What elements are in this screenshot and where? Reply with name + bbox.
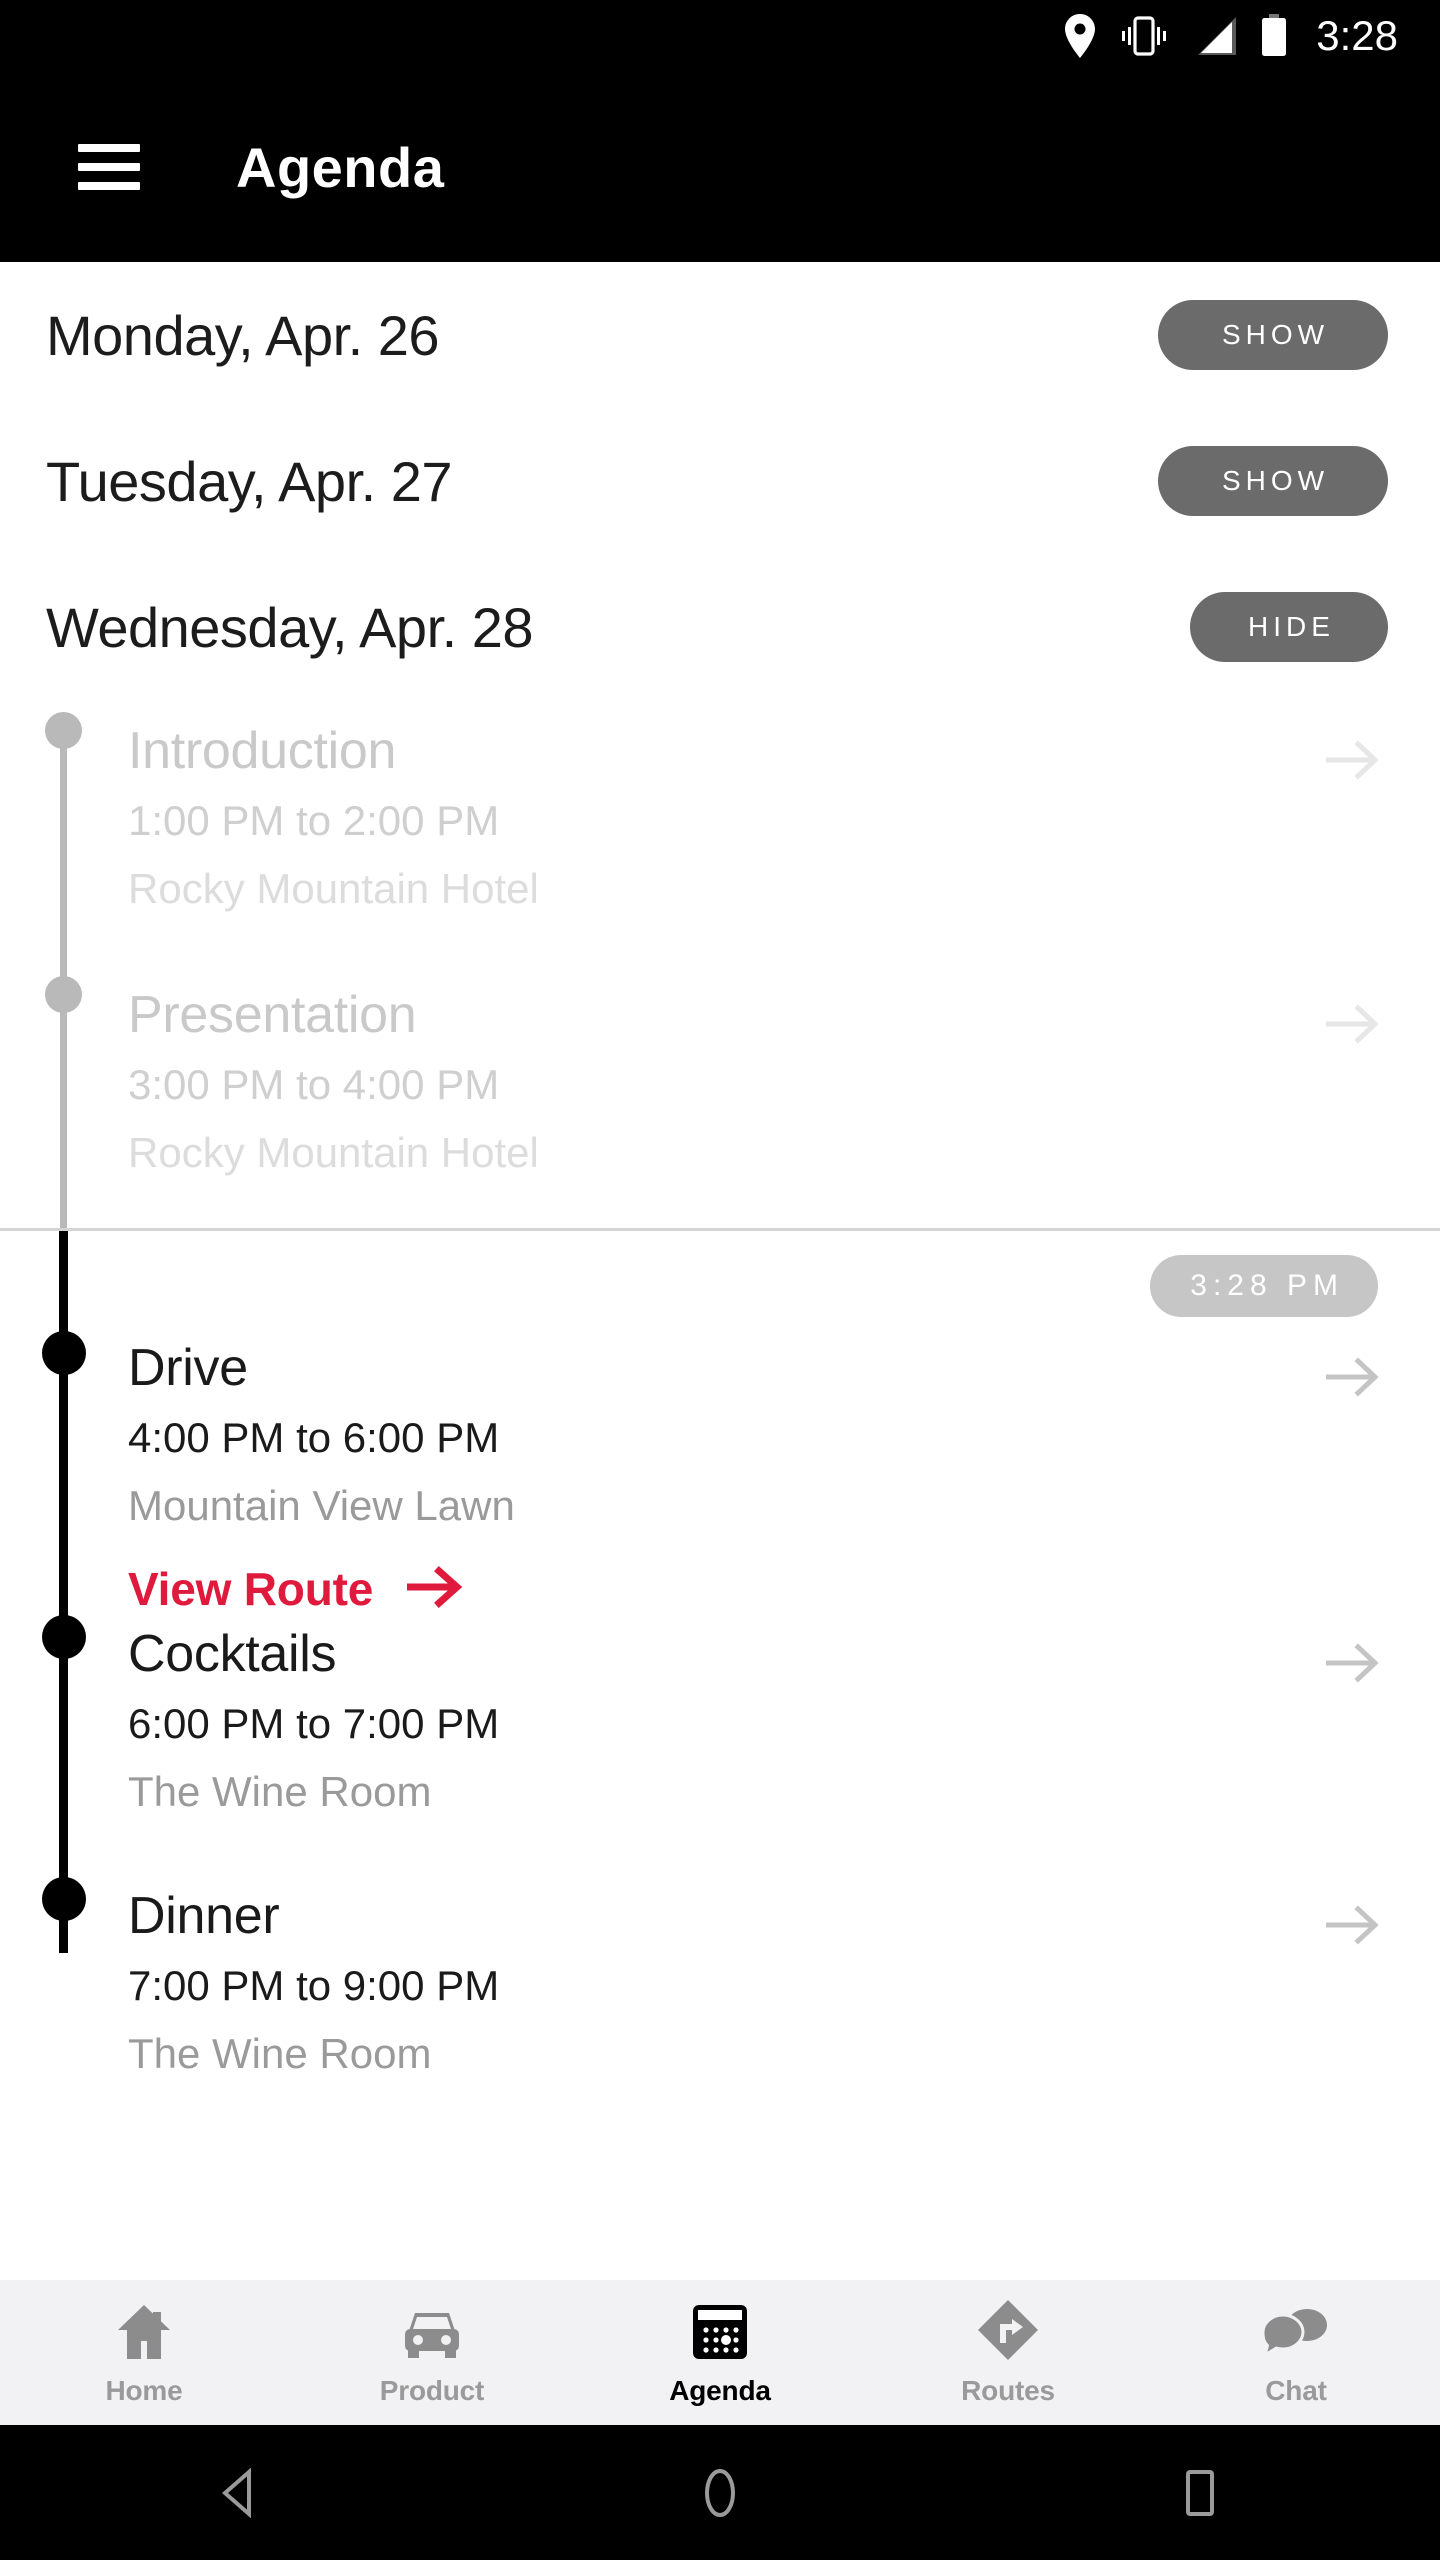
phone-screen: 3:28 Agenda Monday, Apr. 26 SHOW Tuesday…: [0, 0, 1440, 2560]
timeline-dot: [45, 976, 82, 1013]
event-time: 3:00 PM to 4:00 PM: [128, 1061, 500, 1109]
nav-item-agenda[interactable]: Agenda: [576, 2280, 864, 2425]
day-header-monday[interactable]: Monday, Apr. 26 SHOW: [0, 262, 1440, 408]
vibrate-icon: [1118, 14, 1170, 58]
event-row-cocktails[interactable]: Cocktails 6:00 PM to 7:00 PM The Wine Ro…: [0, 1603, 1440, 1865]
android-recents-button[interactable]: [1100, 2468, 1300, 2518]
timeline-dot: [42, 1331, 86, 1375]
day-header-tuesday[interactable]: Tuesday, Apr. 27 SHOW: [0, 408, 1440, 554]
nav-item-home[interactable]: Home: [0, 2280, 288, 2425]
signal-icon: [1192, 15, 1238, 57]
status-bar-clock: 3:28: [1316, 12, 1398, 59]
event-title: Introduction: [128, 722, 397, 780]
battery-icon: [1260, 14, 1288, 58]
event-title: Drive: [128, 1339, 248, 1397]
day-toggle-button-tuesday[interactable]: SHOW: [1158, 446, 1388, 516]
event-row-presentation[interactable]: Presentation 3:00 PM to 4:00 PM Rocky Mo…: [0, 964, 1440, 1228]
day-label: Wednesday, Apr. 28: [46, 595, 534, 659]
android-home-button[interactable]: [620, 2467, 820, 2519]
hamburger-menu-icon[interactable]: [78, 144, 140, 190]
house-icon: [114, 2299, 174, 2361]
nav-label-home: Home: [105, 2374, 183, 2406]
timeline-dot: [42, 1877, 86, 1921]
event-detail-arrow-icon[interactable]: [1325, 1639, 1382, 1692]
event-row-introduction[interactable]: Introduction 1:00 PM to 2:00 PM Rocky Mo…: [0, 700, 1440, 964]
event-title: Presentation: [128, 986, 417, 1044]
event-row-drive[interactable]: Drive 4:00 PM to 6:00 PM Mountain View L…: [0, 1231, 1440, 1615]
location-pin-icon: [1064, 14, 1096, 58]
day-label: Tuesday, Apr. 27: [46, 449, 453, 513]
event-detail-arrow-icon[interactable]: [1325, 1000, 1382, 1053]
chat-bubbles-icon: [1261, 2299, 1331, 2361]
nav-item-routes[interactable]: Routes: [864, 2280, 1152, 2425]
route-diamond-icon: [977, 2299, 1039, 2361]
bottom-navigation-bar: Home Product Agenda Routes Chat: [0, 2280, 1440, 2425]
day-header-wednesday[interactable]: Wednesday, Apr. 28 HIDE: [0, 554, 1440, 700]
calendar-icon: [691, 2299, 749, 2361]
past-events-group: Introduction 1:00 PM to 2:00 PM Rocky Mo…: [0, 700, 1440, 1228]
event-detail-arrow-icon[interactable]: [1325, 1901, 1382, 1954]
event-detail-arrow-icon[interactable]: [1325, 1353, 1382, 1406]
app-bar: Agenda: [0, 72, 1440, 262]
event-location: The Wine Room: [128, 1767, 432, 1815]
event-time: 1:00 PM to 2:00 PM: [128, 797, 500, 845]
event-detail-arrow-icon[interactable]: [1325, 736, 1382, 789]
event-location: The Wine Room: [128, 2029, 432, 2077]
nav-item-product[interactable]: Product: [288, 2280, 576, 2425]
event-title: Cocktails: [128, 1625, 337, 1683]
android-back-button[interactable]: [140, 2467, 340, 2518]
agenda-content: Monday, Apr. 26 SHOW Tuesday, Apr. 27 SH…: [0, 262, 1440, 2280]
nav-label-chat: Chat: [1265, 2374, 1327, 2406]
upcoming-events-group: Drive 4:00 PM to 6:00 PM Mountain View L…: [0, 1231, 1440, 2111]
event-location: Rocky Mountain Hotel: [128, 1128, 539, 1176]
timeline-dot: [45, 712, 82, 749]
event-location: Rocky Mountain Hotel: [128, 864, 539, 912]
event-title: Dinner: [128, 1887, 280, 1945]
event-time: 6:00 PM to 7:00 PM: [128, 1700, 500, 1748]
timeline-dot: [42, 1615, 86, 1659]
day-label: Monday, Apr. 26: [46, 303, 440, 367]
page-title: Agenda: [236, 135, 445, 199]
event-time: 4:00 PM to 6:00 PM: [128, 1414, 500, 1462]
nav-label-routes: Routes: [961, 2374, 1055, 2406]
event-row-dinner[interactable]: Dinner 7:00 PM to 9:00 PM The Wine Room: [0, 1865, 1440, 2111]
day-toggle-button-monday[interactable]: SHOW: [1158, 300, 1388, 370]
day-toggle-button-wednesday[interactable]: HIDE: [1190, 592, 1388, 662]
event-location: Mountain View Lawn: [128, 1481, 515, 1529]
car-icon: [399, 2299, 465, 2361]
status-bar: 3:28: [0, 0, 1440, 72]
android-navigation-bar: [0, 2425, 1440, 2560]
nav-label-agenda: Agenda: [669, 2374, 771, 2406]
nav-item-chat[interactable]: Chat: [1152, 2280, 1440, 2425]
event-time: 7:00 PM to 9:00 PM: [128, 1962, 500, 2010]
nav-label-product: Product: [379, 2374, 485, 2406]
